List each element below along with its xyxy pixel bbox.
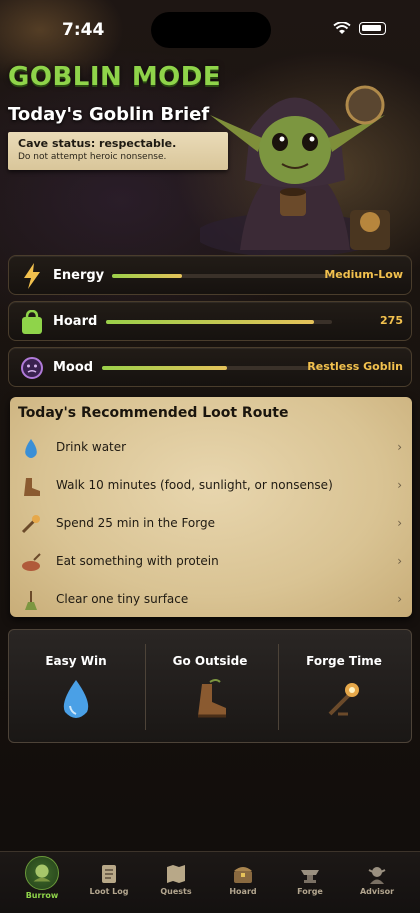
tab-loot-log[interactable]: Loot Log — [74, 852, 144, 913]
loot-route-item[interactable]: Eat something with protein › — [10, 544, 412, 580]
quick-actions-panel: Easy Win Go Outside Forge Time — [8, 629, 412, 743]
stat-value: Restless Goblin — [307, 360, 403, 373]
loot-route-card: Today's Recommended Loot Route Drink wat… — [10, 397, 412, 617]
bag-icon — [22, 310, 42, 334]
loot-route-item[interactable]: Clear one tiny surface › — [10, 582, 412, 618]
cave-status-note: Cave status: respectable. Do not attempt… — [8, 132, 228, 170]
mood-face-icon — [21, 357, 43, 379]
hoard-bar-fill — [106, 320, 314, 324]
loot-route-label: Walk 10 minutes (food, sunlight, or nons… — [56, 478, 333, 492]
forge-icon — [328, 683, 359, 716]
note-line-2: Do not attempt heroic nonsense. — [18, 152, 167, 162]
tab-forge[interactable]: Forge — [275, 852, 345, 913]
water-drop-icon — [63, 680, 89, 718]
tab-label: Quests — [160, 887, 192, 896]
chevron-right-icon: › — [397, 478, 402, 492]
stat-label: Mood — [53, 360, 94, 375]
food-icon — [22, 553, 41, 571]
loot-route-item[interactable]: Drink water › — [10, 430, 412, 466]
status-bar: 7:44 — [0, 0, 420, 60]
stat-hoard[interactable]: Hoard 275 — [8, 301, 412, 341]
loot-route-label: Spend 25 min in the Forge — [56, 516, 215, 530]
quick-action-go-outside[interactable]: Go Outside — [143, 630, 277, 744]
boot-icon — [24, 478, 40, 496]
note-line-1: Cave status: respectable. — [18, 137, 177, 150]
loot-route-label: Drink water — [56, 440, 127, 454]
wifi-icon — [333, 22, 351, 34]
stat-label: Energy — [53, 268, 105, 283]
tab-label: Loot Log — [89, 887, 129, 896]
forge-icon — [21, 515, 40, 534]
quick-action-label: Easy Win — [45, 654, 107, 668]
boot-icon — [198, 679, 226, 718]
brief-title: Today's Goblin Brief — [8, 104, 210, 125]
burrow-icon — [25, 856, 59, 890]
tab-advisor[interactable]: Advisor — [342, 852, 412, 913]
stat-value: Medium-Low — [324, 268, 403, 281]
status-time: 7:44 — [62, 20, 105, 40]
quick-action-easy-win[interactable]: Easy Win — [9, 630, 143, 744]
tab-label: Forge — [297, 887, 323, 896]
stat-label: Hoard — [53, 314, 98, 329]
tab-bar: Burrow Loot Log Quests Hoard Forge Advis… — [0, 851, 420, 913]
chevron-right-icon: › — [397, 440, 402, 454]
tab-hoard[interactable]: Hoard — [208, 852, 278, 913]
lightning-icon — [24, 263, 40, 289]
energy-bar-fill — [112, 274, 183, 278]
stat-mood[interactable]: Mood Restless Goblin — [8, 347, 412, 387]
tab-label: Burrow — [25, 891, 59, 900]
goblin-advisor-icon — [368, 867, 386, 884]
water-drop-icon — [25, 439, 37, 458]
broom-icon — [25, 591, 37, 610]
map-icon — [167, 865, 185, 883]
tab-quests[interactable]: Quests — [141, 852, 211, 913]
loot-route-label: Eat something with protein — [56, 554, 219, 568]
tab-label: Hoard — [229, 887, 257, 896]
quick-action-label: Go Outside — [172, 654, 248, 668]
tab-label: Advisor — [359, 887, 395, 896]
loot-route-title: Today's Recommended Loot Route — [18, 405, 289, 421]
loot-route-item[interactable]: Walk 10 minutes (food, sunlight, or nons… — [10, 468, 412, 504]
goblin-illustration — [200, 85, 390, 257]
quick-action-label: Forge Time — [306, 654, 382, 668]
stat-energy[interactable]: Energy Medium-Low — [8, 255, 412, 295]
chevron-right-icon: › — [397, 554, 402, 568]
scroll-icon — [102, 865, 116, 883]
stat-value: 275 — [380, 314, 403, 327]
battery-icon — [359, 22, 386, 35]
anvil-icon — [301, 870, 319, 883]
chevron-right-icon: › — [397, 516, 402, 530]
dynamic-island — [151, 12, 271, 48]
loot-route-item[interactable]: Spend 25 min in the Forge › — [10, 506, 412, 542]
chevron-right-icon: › — [397, 592, 402, 606]
quick-action-forge-time[interactable]: Forge Time — [277, 630, 411, 744]
tab-burrow[interactable]: Burrow — [7, 852, 77, 913]
loot-route-label: Clear one tiny surface — [56, 592, 189, 606]
mood-bar-fill — [102, 366, 228, 370]
app-title: GOBLIN MODE — [8, 62, 222, 92]
chest-icon — [234, 867, 252, 883]
